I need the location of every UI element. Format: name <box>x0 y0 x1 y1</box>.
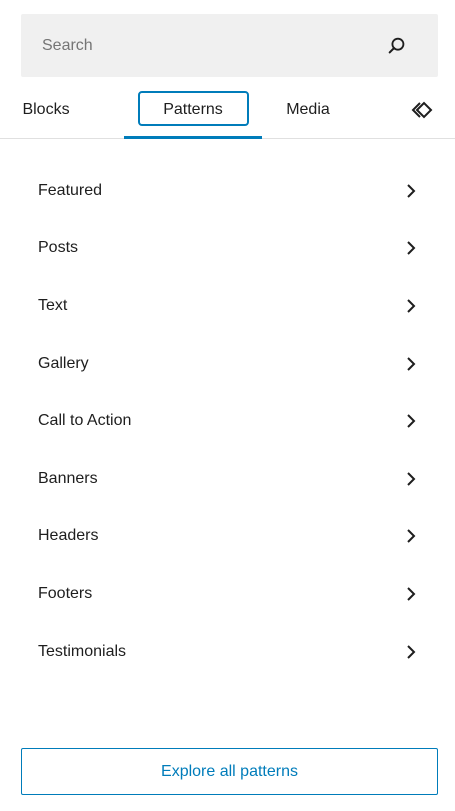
category-label: Featured <box>38 181 103 199</box>
search-icon[interactable] <box>386 35 408 57</box>
tab-blocks[interactable]: Blocks <box>0 82 92 138</box>
explore-all-patterns-button[interactable]: Explore all patterns <box>21 748 438 795</box>
category-item-footers[interactable]: Footers <box>0 565 455 623</box>
tab-blocks-label: Blocks <box>22 101 70 118</box>
category-item-testimonials[interactable]: Testimonials <box>0 623 455 681</box>
category-item-text[interactable]: Text <box>0 277 455 335</box>
search-input[interactable] <box>42 30 342 61</box>
chevron-right-icon <box>407 587 416 601</box>
chevron-right-icon <box>407 299 416 313</box>
category-item-posts[interactable]: Posts <box>0 220 455 278</box>
chevron-right-icon <box>407 356 416 371</box>
inserter-tabs: Blocks Patterns Media <box>0 82 455 139</box>
category-label: Banners <box>38 469 98 487</box>
category-label: Headers <box>38 527 99 545</box>
category-item-gallery[interactable]: Gallery <box>0 335 455 393</box>
chevron-right-icon <box>407 529 416 544</box>
tab-synced-patterns[interactable] <box>398 82 446 138</box>
category-item-headers[interactable]: Headers <box>0 508 455 566</box>
category-item-banners[interactable]: Banners <box>0 450 455 508</box>
chevron-right-icon <box>407 241 416 256</box>
tab-media[interactable]: Media <box>262 82 354 138</box>
category-item-featured[interactable]: Featured <box>0 162 455 220</box>
chevron-right-icon <box>407 644 416 659</box>
category-label: Posts <box>38 239 79 257</box>
tab-patterns-label: Patterns <box>163 101 223 118</box>
search-box[interactable] <box>21 14 438 77</box>
active-tab-indicator <box>124 136 262 139</box>
synced-patterns-diamond-icon <box>411 101 433 119</box>
tab-patterns[interactable]: Patterns <box>124 82 262 139</box>
chevron-right-icon <box>407 184 416 198</box>
category-label: Footers <box>38 584 93 602</box>
tab-media-label: Media <box>286 101 330 118</box>
category-label: Testimonials <box>38 642 127 660</box>
chevron-right-icon <box>407 414 416 428</box>
category-label: Gallery <box>38 354 89 372</box>
chevron-right-icon <box>407 472 416 486</box>
pattern-category-list: Featured Posts Text Gallery Call to Acti… <box>0 162 455 680</box>
category-label: Call to Action <box>38 412 132 430</box>
category-label: Text <box>38 296 68 314</box>
category-item-call-to-action[interactable]: Call to Action <box>0 392 455 450</box>
